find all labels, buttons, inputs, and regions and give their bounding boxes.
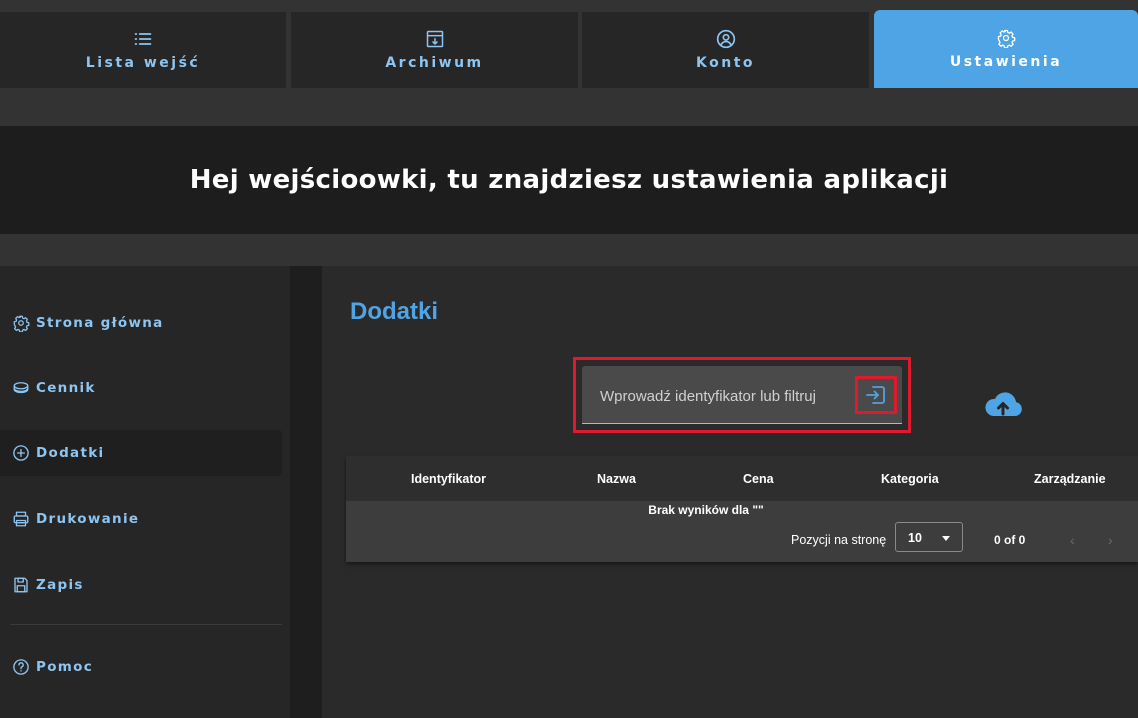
sidebar-item-pomoc[interactable]: Pomoc <box>12 644 282 690</box>
content-spacer <box>0 234 1138 266</box>
sidebar-item-label: Strona główna <box>36 315 164 331</box>
cloud-upload-icon[interactable] <box>983 388 1023 420</box>
page-header: Hej wejścioowki, tu znajdziesz ustawieni… <box>0 126 1138 234</box>
sidebar-item-label: Dodatki <box>36 445 105 461</box>
save-icon <box>14 577 28 593</box>
dropdown-caret-icon <box>942 536 950 541</box>
search-submit-button[interactable] <box>855 376 897 414</box>
page-size-label: Pozycji na stronę <box>791 533 887 547</box>
column-header-kategoria[interactable]: Kategoria <box>881 472 939 486</box>
sidebar-item-zapis[interactable]: Zapis <box>12 562 282 608</box>
tab-lista-wejsc[interactable]: Lista wejść <box>0 12 286 88</box>
column-header-identyfikator[interactable]: Identyfikator <box>411 472 486 486</box>
settings-sidebar: Strona główna Cennik Dodatki Drukowanie … <box>0 266 290 718</box>
sidebar-divider <box>10 624 282 625</box>
search-field <box>582 366 902 424</box>
top-tab-bar: Lista wejść Archiwum Konto Ustawienia <box>0 0 1138 96</box>
page-size-select[interactable]: 10 <box>895 522 963 552</box>
sidebar-item-label: Cennik <box>36 380 96 396</box>
sidebar-item-label: Zapis <box>36 577 84 593</box>
sidebar-item-dodatki[interactable]: Dodatki <box>0 430 282 476</box>
empty-results-text: Brak wyników dla "" <box>648 503 764 517</box>
login-arrow-icon <box>866 386 885 404</box>
column-header-zarzadzanie[interactable]: Zarządzanie <box>1034 472 1106 486</box>
gear-icon <box>13 315 30 332</box>
tab-label: Archiwum <box>385 55 484 71</box>
tab-ustawienia[interactable]: Ustawienia <box>874 10 1138 88</box>
coins-icon <box>13 382 29 394</box>
tab-label: Lista wejść <box>85 55 201 71</box>
settings-gear-icon <box>997 29 1016 48</box>
page-title: Hej wejścioowki, tu znajdziesz ustawieni… <box>189 165 949 195</box>
page-size-value: 10 <box>908 531 922 545</box>
header-spacer <box>0 96 1138 126</box>
plus-circle-icon <box>13 445 29 461</box>
pagination-range: 0 of 0 <box>994 533 1026 547</box>
sidebar-item-label: Drukowanie <box>36 511 140 527</box>
column-header-cena[interactable]: Cena <box>743 472 774 486</box>
tab-archiwum[interactable]: Archiwum <box>291 12 578 88</box>
sidebar-item-cennik[interactable]: Cennik <box>12 365 282 411</box>
help-icon <box>13 659 29 675</box>
list-icon <box>134 33 152 45</box>
archive-icon <box>426 30 443 48</box>
sidebar-item-drukowanie[interactable]: Drukowanie <box>12 496 282 542</box>
tab-label: Konto <box>696 55 755 71</box>
sidebar-item-strona-glowna[interactable]: Strona główna <box>12 300 282 346</box>
section-title: Dodatki <box>350 298 439 325</box>
sidebar-item-label: Pomoc <box>36 659 94 675</box>
table-header: Identyfikator Nazwa Cena Kategoria Zarzą… <box>346 456 1138 501</box>
previous-page-button[interactable]: ‹ <box>1070 532 1075 548</box>
addons-table: Identyfikator Nazwa Cena Kategoria Zarzą… <box>346 456 1138 562</box>
next-page-button[interactable]: › <box>1108 532 1113 548</box>
search-input[interactable] <box>598 384 852 408</box>
tab-konto[interactable]: Konto <box>582 12 869 88</box>
tab-label: Ustawienia <box>949 54 1063 70</box>
account-icon <box>716 29 735 49</box>
column-header-nazwa[interactable]: Nazwa <box>597 472 636 486</box>
printer-icon <box>13 511 29 527</box>
